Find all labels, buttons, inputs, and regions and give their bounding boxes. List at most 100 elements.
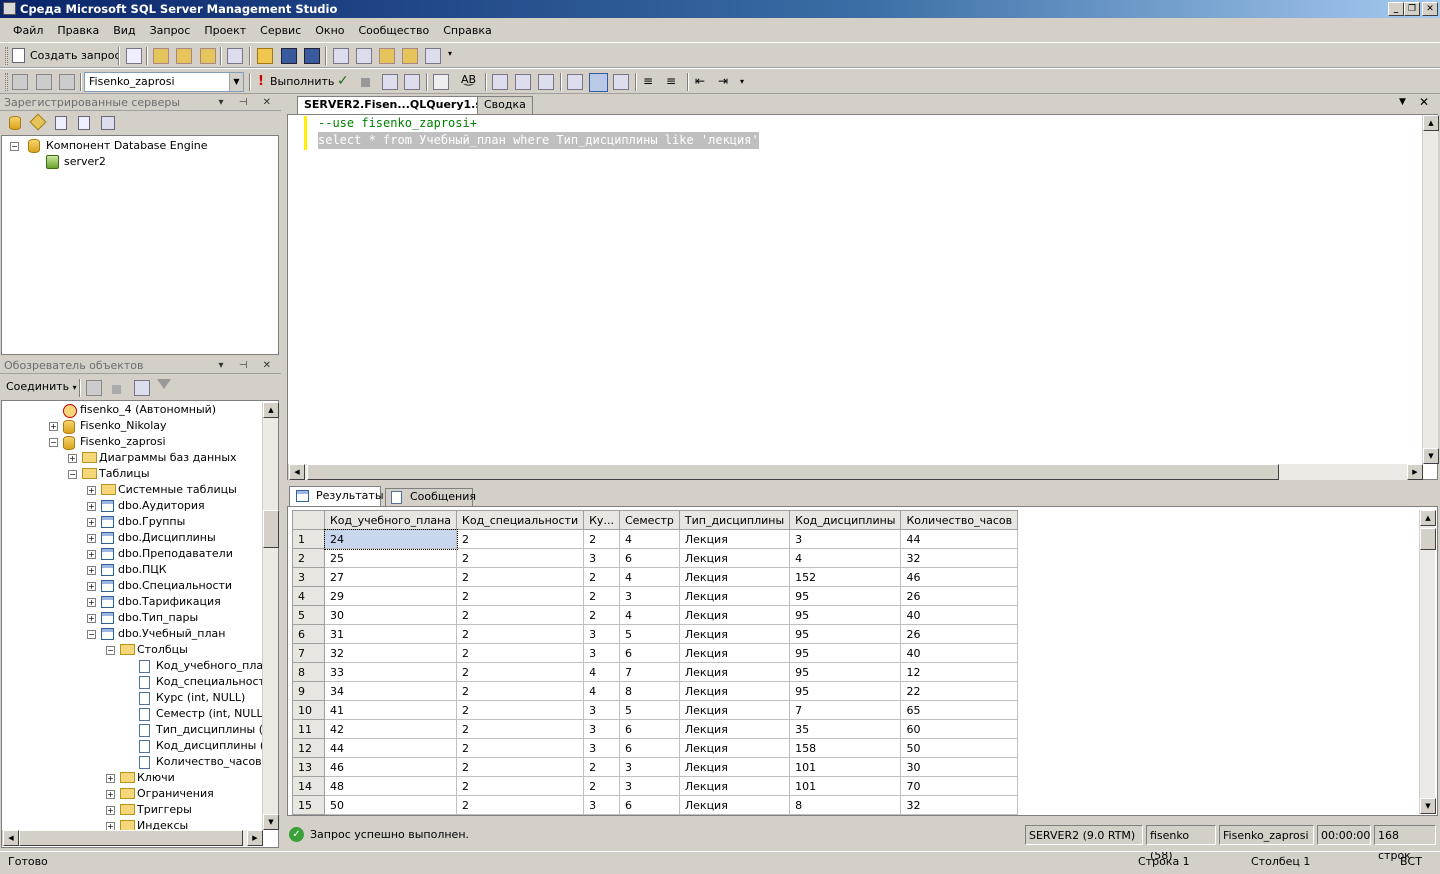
table-cell[interactable]: 40 xyxy=(900,643,1019,663)
tree-node[interactable]: Тип_дисциплины (va xyxy=(125,722,276,738)
table-cell[interactable]: 48 xyxy=(323,776,458,796)
row-number-cell[interactable]: 9 xyxy=(292,681,325,701)
row-number-cell[interactable]: 4 xyxy=(292,586,325,606)
collapse-icon[interactable]: − xyxy=(68,470,77,479)
table-cell[interactable]: 2 xyxy=(583,529,620,549)
row-number-cell[interactable]: 5 xyxy=(292,605,325,625)
table-cell[interactable]: 95 xyxy=(789,586,902,606)
expand-icon[interactable]: + xyxy=(87,582,96,591)
solution-explorer-icon[interactable] xyxy=(402,48,418,64)
expand-icon[interactable]: + xyxy=(87,502,96,511)
column-header[interactable]: Код_специальности xyxy=(456,510,585,530)
table-cell[interactable]: 2 xyxy=(456,586,585,606)
table-cell[interactable]: 42 xyxy=(323,719,458,739)
table-cell[interactable]: 6 xyxy=(618,643,680,663)
expand-icon[interactable]: + xyxy=(106,774,115,783)
row-number-cell[interactable]: 12 xyxy=(292,738,325,758)
scroll-thumb[interactable] xyxy=(263,510,279,548)
table-cell[interactable]: Лекция xyxy=(678,700,791,720)
expand-icon[interactable]: + xyxy=(87,534,96,543)
table-row[interactable]: 11 42 2 3 6 Лекция 35 60 xyxy=(292,719,1019,739)
tree-node[interactable]: Код_специальности xyxy=(125,674,272,690)
row-number-cell[interactable]: 13 xyxy=(292,757,325,777)
decrease-indent-icon[interactable]: ⇤ xyxy=(695,74,705,88)
tree-node[interactable]: + dbo.Преподаватели xyxy=(87,546,233,562)
column-header[interactable]: Тип_дисциплины xyxy=(678,510,791,530)
table-cell[interactable]: 32 xyxy=(900,795,1019,815)
table-cell[interactable]: 4 xyxy=(618,567,680,587)
table-cell[interactable]: 2 xyxy=(456,738,585,758)
panel-controls[interactable]: ▾ ⊣ ✕ xyxy=(219,358,277,374)
execute-button[interactable]: ! Выполнить xyxy=(256,73,334,91)
table-cell[interactable]: 4 xyxy=(583,681,620,701)
table-row[interactable]: 6 31 2 3 5 Лекция 95 26 xyxy=(292,624,1019,644)
editor-vscrollbar[interactable]: ▲ ▼ xyxy=(1422,115,1439,464)
tree-node[interactable]: + dbo.ПЦК xyxy=(87,562,167,578)
table-cell[interactable]: 3 xyxy=(583,643,620,663)
scroll-thumb[interactable] xyxy=(307,464,1279,480)
sql-editor[interactable]: --use fisenko_zaprosi+ select * from Уче… xyxy=(287,114,1439,480)
menu-edit[interactable]: Правка xyxy=(50,20,106,42)
chevron-down-icon[interactable]: ▼ xyxy=(229,73,243,91)
code-line-2[interactable]: select * from Учебный_план where Тип_дис… xyxy=(318,132,759,149)
table-cell[interactable]: 152 xyxy=(789,567,902,587)
dmx-query-icon[interactable] xyxy=(200,48,216,64)
table-cell[interactable]: 2 xyxy=(456,776,585,796)
table-row[interactable]: 3 27 2 2 4 Лекция 152 46 xyxy=(292,567,1019,587)
table-row[interactable]: 1 24 2 2 4 Лекция 3 44 xyxy=(292,528,1019,550)
table-cell[interactable]: 3 xyxy=(618,586,680,606)
table-cell[interactable]: 95 xyxy=(789,681,902,701)
tree-node[interactable]: + dbo.Группы xyxy=(87,514,185,530)
scroll-down-icon[interactable]: ▼ xyxy=(1423,448,1439,464)
table-cell[interactable]: 46 xyxy=(323,757,458,777)
table-cell[interactable]: 3 xyxy=(618,757,680,777)
database-engine-icon[interactable] xyxy=(9,116,21,130)
table-row[interactable]: 5 30 2 2 4 Лекция 95 40 xyxy=(292,605,1019,625)
menu-tools[interactable]: Сервис xyxy=(253,20,308,42)
include-actual-plan-icon[interactable] xyxy=(492,74,508,90)
results-vscrollbar[interactable]: ▲ ▼ xyxy=(1419,510,1436,814)
collapse-icon[interactable]: − xyxy=(10,142,19,151)
table-cell[interactable]: 44 xyxy=(323,738,458,758)
table-cell[interactable]: 2 xyxy=(456,662,585,682)
table-cell[interactable]: 3 xyxy=(583,795,620,815)
query-designer-icon[interactable] xyxy=(404,74,420,90)
row-number-cell[interactable]: 2 xyxy=(292,548,325,568)
table-cell[interactable]: Лекция xyxy=(678,662,791,682)
collapse-icon[interactable]: − xyxy=(49,438,58,447)
menu-project[interactable]: Проект xyxy=(197,20,253,42)
menu-window[interactable]: Окно xyxy=(308,20,351,42)
tree-node[interactable]: + dbo.Дисциплины xyxy=(87,530,216,546)
table-row[interactable]: 10 41 2 3 5 Лекция 7 65 xyxy=(292,700,1019,720)
column-header[interactable]: Количество_часов xyxy=(900,510,1019,530)
close-button[interactable]: ✕ xyxy=(1422,2,1438,16)
connect-dropdown[interactable]: Соединить ▾ xyxy=(6,379,77,395)
scroll-up-icon[interactable]: ▲ xyxy=(263,402,279,418)
table-cell[interactable]: 3 xyxy=(583,624,620,644)
results-to-text-mode-icon[interactable] xyxy=(567,74,583,90)
table-cell[interactable]: 4 xyxy=(583,662,620,682)
table-cell[interactable]: 101 xyxy=(789,776,902,796)
display-plan-icon[interactable] xyxy=(382,74,398,90)
table-cell[interactable]: 24 xyxy=(323,528,458,550)
client-statistics-icon[interactable] xyxy=(515,74,531,90)
tree-node[interactable]: − Столбцы xyxy=(106,642,188,658)
collapse-icon[interactable]: − xyxy=(87,630,96,639)
tree-node[interactable]: Код_учебного_план xyxy=(125,658,270,674)
expand-icon[interactable]: + xyxy=(87,518,96,527)
table-cell[interactable]: 5 xyxy=(618,624,680,644)
column-header[interactable]: Код_учебного_плана xyxy=(323,510,458,530)
table-cell[interactable]: 7 xyxy=(789,700,902,720)
filter-icon[interactable] xyxy=(157,379,171,389)
tree-node-server[interactable]: server2 xyxy=(46,154,106,170)
row-number-header[interactable] xyxy=(292,510,325,530)
results-to-file-icon[interactable] xyxy=(613,74,629,90)
table-cell[interactable]: Лекция xyxy=(678,643,791,663)
table-cell[interactable]: 4 xyxy=(789,548,902,568)
table-cell[interactable]: 95 xyxy=(789,605,902,625)
db-engine-query-icon[interactable] xyxy=(153,48,169,64)
uncomment-lines-icon[interactable]: ≡ xyxy=(666,74,676,88)
expand-icon[interactable]: + xyxy=(49,422,58,431)
table-cell[interactable]: 6 xyxy=(618,795,680,815)
table-row[interactable]: 9 34 2 4 8 Лекция 95 22 xyxy=(292,681,1019,701)
